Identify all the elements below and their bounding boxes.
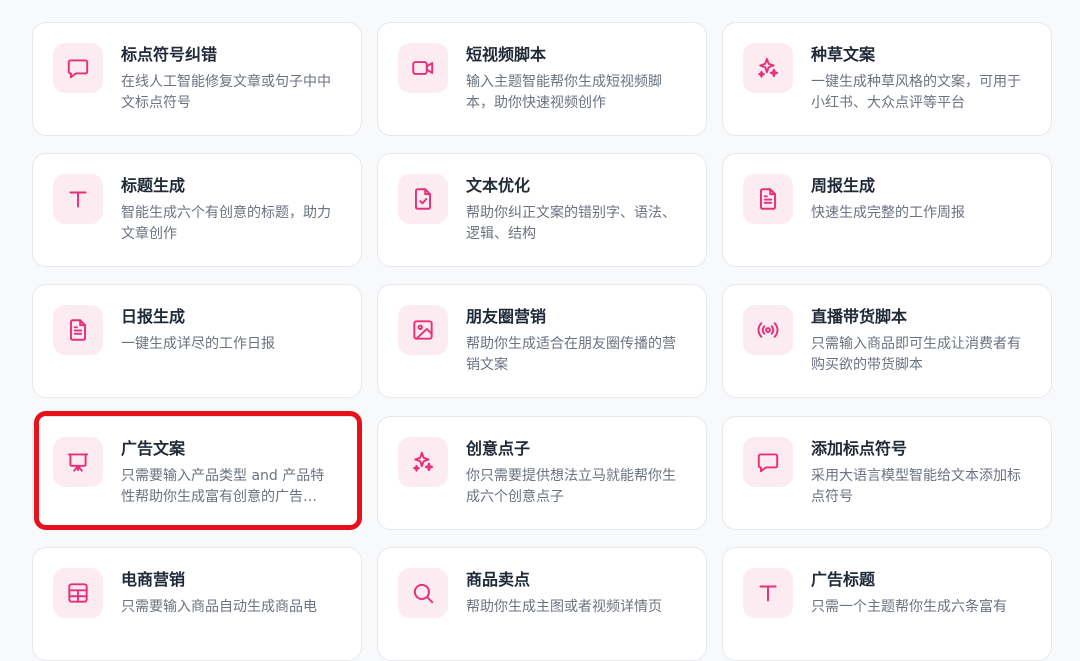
card-description: 帮助你生成适合在朋友圈传播的营销文案 bbox=[466, 336, 676, 373]
card-icon-container bbox=[743, 174, 793, 224]
tool-card[interactable]: 直播带货脚本只需输入商品即可生成让消费者有购买欲的带货脚本 bbox=[722, 284, 1052, 398]
broadcast-icon bbox=[757, 322, 779, 338]
card-icon-container bbox=[743, 305, 793, 355]
tool-card[interactable]: 标点符号纠错在线人工智能修复文章或句子中中文标点符号 bbox=[32, 22, 362, 136]
tool-card[interactable]: 标题生成智能生成六个有创意的标题，助力文章创作 bbox=[32, 153, 362, 267]
tool-card[interactable]: 文本优化帮助你纠正文案的错别字、语法、逻辑、结构 bbox=[377, 153, 707, 267]
file-text-icon bbox=[69, 319, 87, 341]
message-square-icon bbox=[757, 453, 779, 473]
card-title: 添加标点符号 bbox=[811, 439, 908, 458]
card-description: 只需要输入产品类型 and 产品特性帮助你生成富有创意的广告… bbox=[121, 468, 325, 505]
card-description: 帮助你纠正文案的错别字、语法、逻辑、结构 bbox=[466, 205, 676, 242]
message-square-icon bbox=[67, 59, 89, 79]
card-icon-container bbox=[398, 174, 448, 224]
card-title: 标题生成 bbox=[121, 176, 186, 195]
card-title: 商品卖点 bbox=[466, 570, 531, 589]
image-icon bbox=[413, 320, 433, 340]
tool-card[interactable]: 广告文案只需要输入产品类型 and 产品特性帮助你生成富有创意的广告… bbox=[32, 416, 362, 530]
card-icon-container bbox=[743, 437, 793, 487]
card-title: 广告标题 bbox=[811, 570, 876, 589]
file-text-icon bbox=[759, 188, 777, 210]
tool-card[interactable]: 添加标点符号采用大语言模型智能给文本添加标点符号 bbox=[722, 416, 1052, 530]
tool-card[interactable]: 朋友圈营销帮助你生成适合在朋友圈传播的营销文案 bbox=[377, 284, 707, 398]
card-icon-container bbox=[398, 568, 448, 618]
card-description: 一键生成种草风格的文案，可用于小红书、大众点评等平台 bbox=[811, 74, 1021, 111]
card-title: 周报生成 bbox=[811, 176, 876, 195]
sparkles-icon bbox=[413, 451, 434, 472]
tool-card[interactable]: 创意点子你只需要提供想法立马就能帮你生成六个创意点子 bbox=[377, 416, 707, 530]
card-icon-container bbox=[743, 43, 793, 93]
card-description: 采用大语言模型智能给文本添加标点符号 bbox=[811, 468, 1021, 505]
sparkles-icon bbox=[758, 57, 779, 78]
card-icon-container bbox=[743, 568, 793, 618]
card-icon-container bbox=[398, 305, 448, 355]
card-description: 快速生成完整的工作周报 bbox=[811, 205, 965, 221]
card-title: 创意点子 bbox=[466, 439, 531, 458]
table-grid-icon bbox=[68, 583, 88, 603]
presentation-icon bbox=[67, 453, 89, 472]
tool-card[interactable]: 短视频脚本输入主题智能帮你生成短视频脚本，助你快速视频创作 bbox=[377, 22, 707, 136]
card-description: 在线人工智能修复文章或句子中中文标点符号 bbox=[121, 74, 331, 111]
card-title: 广告文案 bbox=[121, 439, 186, 458]
tool-card[interactable]: 周报生成快速生成完整的工作周报 bbox=[722, 153, 1052, 267]
card-icon-container bbox=[398, 43, 448, 93]
card-icon-container bbox=[53, 568, 103, 618]
card-description: 输入主题智能帮你生成短视频脚本，助你快速视频创作 bbox=[466, 74, 662, 111]
card-icon-container bbox=[53, 437, 103, 487]
card-icon-container bbox=[53, 305, 103, 355]
text-t-icon bbox=[759, 585, 777, 602]
card-title: 朋友圈营销 bbox=[466, 307, 547, 326]
card-description: 你只需要提供想法立马就能帮你生成六个创意点子 bbox=[466, 468, 676, 505]
card-title: 标点符号纠错 bbox=[121, 45, 218, 64]
tool-card[interactable]: 商品卖点 帮助你生成主图或者视频详情页 bbox=[377, 547, 707, 661]
tool-card[interactable]: 种草文案一键生成种草风格的文案，可用于小红书、大众点评等平台 bbox=[722, 22, 1052, 136]
card-icon-container bbox=[53, 43, 103, 93]
video-camera-icon bbox=[412, 61, 434, 75]
tool-card[interactable]: 电商营销 只需要输入商品自动生成商品电 bbox=[32, 547, 362, 661]
card-icon-container bbox=[398, 437, 448, 487]
tool-card[interactable]: 日报生成一键生成详尽的工作日报 bbox=[32, 284, 362, 398]
card-title: 短视频脚本 bbox=[466, 45, 547, 64]
text-t-icon bbox=[69, 191, 87, 208]
card-description: 一键生成详尽的工作日报 bbox=[121, 336, 275, 352]
card-description: 智能生成六个有创意的标题，助力文章创作 bbox=[121, 205, 331, 242]
card-icon-container bbox=[53, 174, 103, 224]
card-title: 文本优化 bbox=[466, 176, 531, 195]
tool-card[interactable]: 广告标题 只需一个主题帮你生成六条富有 bbox=[722, 547, 1052, 661]
card-title: 日报生成 bbox=[121, 307, 186, 326]
card-description: 只需输入商品即可生成让消费者有购买欲的带货脚本 bbox=[811, 336, 1021, 373]
card-title: 电商营销 bbox=[121, 570, 186, 589]
card-title: 直播带货脚本 bbox=[811, 307, 908, 326]
card-title: 种草文案 bbox=[811, 45, 876, 64]
file-check-icon bbox=[414, 188, 432, 210]
search-icon bbox=[413, 583, 434, 604]
